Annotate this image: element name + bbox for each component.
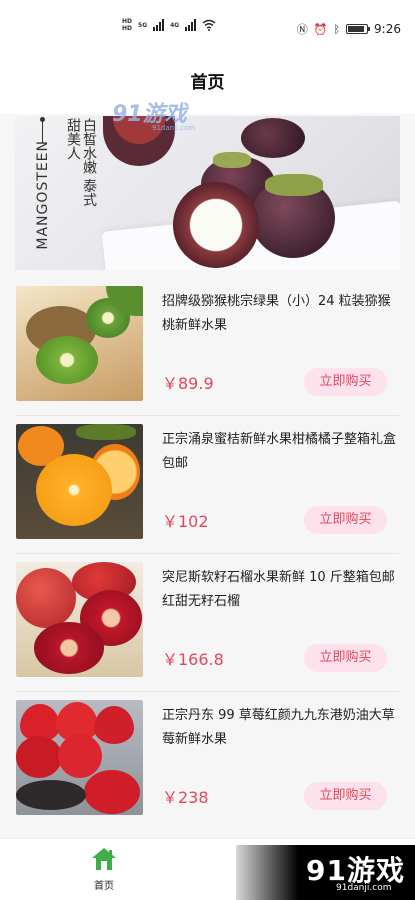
product-title[interactable]: 正宗涌泉蜜桔新鲜水果柑橘橘子整箱礼盒包邮 <box>162 428 398 476</box>
tab-home-label: 首页 <box>94 881 114 892</box>
strawberry-image <box>16 700 143 815</box>
product-price: ￥89.9 <box>162 374 214 393</box>
mangosteen-open-image <box>173 182 259 268</box>
header: 首页 <box>0 58 415 114</box>
signal-icon <box>153 19 165 31</box>
hd-label-top: HD <box>122 18 133 25</box>
kiwi-image <box>16 286 143 401</box>
watermark-logo-bottom: 91游戏 91danji.com <box>236 845 415 900</box>
watermark-url: 91danji.com <box>336 883 392 893</box>
status-right: Ⓝ ⏰ ᛒ 9:26 <box>297 21 401 37</box>
product-card[interactable]: 正宗涌泉蜜桔新鲜水果柑橘橘子整箱礼盒包邮 ￥102 立即购买 <box>0 416 415 554</box>
product-card[interactable]: 正宗丹东 99 草莓红颜九九东港奶油大草莓新鲜水果 ￥238 立即购买 <box>0 692 415 830</box>
orange-image <box>16 424 143 539</box>
product-title[interactable]: 突尼斯软籽石榴水果新鲜 10 斤整箱包邮红甜无籽石榴 <box>162 566 398 614</box>
banner[interactable]: 白皙水嫩 泰式甜美人 MANGOSTEEN <box>15 116 400 270</box>
status-bar: HD HD 5G 4G Ⓝ ⏰ ᛒ 9:26 <box>0 0 415 58</box>
tab-home[interactable]: 首页 <box>82 847 126 892</box>
nfc-icon: Ⓝ <box>296 23 308 36</box>
buy-now-button[interactable]: 立即购买 <box>304 506 387 534</box>
status-time: 9:26 <box>374 22 401 36</box>
banner-title: MANGOSTEEN <box>35 140 51 250</box>
product-card[interactable]: 招牌级猕猴桃宗绿果（小）24 粒装猕猴桃新鲜水果 ￥89.9 立即购买 <box>0 278 415 416</box>
buy-now-button[interactable]: 立即购买 <box>304 782 387 810</box>
banner-slogan: 白皙水嫩 泰式甜美人 <box>65 118 97 207</box>
product-card[interactable]: 突尼斯软籽石榴水果新鲜 10 斤整箱包邮红甜无籽石榴 ￥166.8 立即购买 <box>0 554 415 692</box>
product-price: ￥166.8 <box>162 650 224 669</box>
buy-now-button[interactable]: 立即购买 <box>304 644 387 672</box>
watermark-logo: 91游戏 91danji.com <box>112 96 195 132</box>
product-title[interactable]: 招牌级猕猴桃宗绿果（小）24 粒装猕猴桃新鲜水果 <box>162 290 398 338</box>
mangosteen-image <box>241 118 305 158</box>
product-title[interactable]: 正宗丹东 99 草莓红颜九九东港奶油大草莓新鲜水果 <box>162 704 398 752</box>
product-price: ￥238 <box>162 788 209 807</box>
status-signals: HD HD 5G 4G <box>122 18 216 32</box>
watermark-url: 91danji.com <box>152 124 196 132</box>
signal-icon-2 <box>185 19 197 31</box>
mangosteen-stem <box>213 152 251 168</box>
battery-icon <box>346 24 371 34</box>
mangosteen-stem <box>265 174 323 196</box>
signal-label-1: 5G <box>138 21 148 29</box>
bluetooth-icon: ᛒ <box>333 22 341 36</box>
page-title: 首页 <box>190 73 225 93</box>
product-price: ￥102 <box>162 512 209 531</box>
buy-now-button[interactable]: 立即购买 <box>304 368 387 396</box>
hd-indicator: HD HD <box>122 18 132 32</box>
home-icon <box>92 848 116 870</box>
signal-label-2: 4G <box>170 21 180 29</box>
wifi-icon <box>202 19 216 31</box>
pomegranate-image <box>16 562 143 677</box>
alarm-icon: ⏰ <box>313 22 328 36</box>
hd-label-bottom: HD <box>122 25 133 32</box>
